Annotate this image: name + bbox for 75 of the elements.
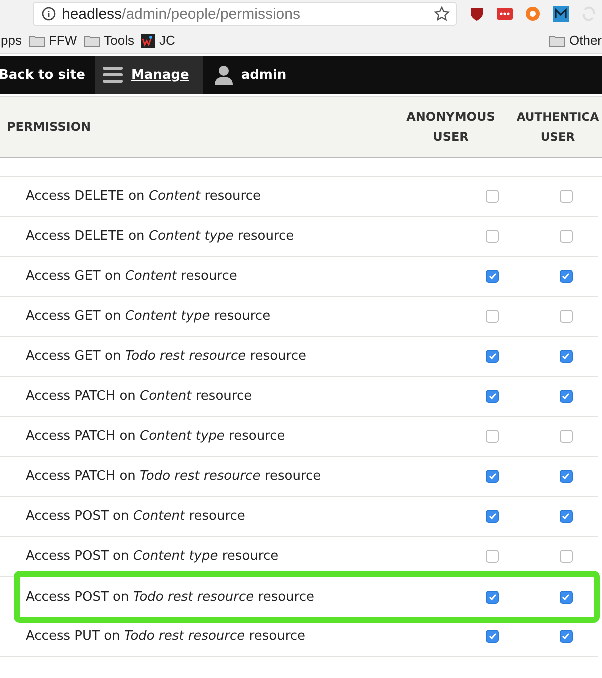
permission-label: Access PUT on Todo rest resource resource: [25, 629, 307, 644]
permission-label: Access PATCH on Content resource: [25, 389, 254, 404]
checkmark-icon: [562, 473, 570, 480]
folder-icon: [84, 34, 100, 48]
checkbox[interactable]: [560, 230, 572, 243]
checkbox[interactable]: [560, 590, 572, 604]
checkmark-icon: [562, 393, 570, 400]
manage-tab[interactable]: Manage: [95, 56, 204, 94]
checkbox[interactable]: [560, 630, 572, 643]
logo-icon: [141, 34, 156, 48]
folder-icon: [28, 34, 45, 48]
checkbox[interactable]: [560, 430, 572, 443]
permission-label: Access DELETE on Content resource: [25, 189, 262, 204]
checkbox[interactable]: [486, 510, 499, 523]
checkmark-icon: [488, 273, 496, 280]
checkbox[interactable]: [560, 510, 572, 523]
bookmark[interactable]: Other: [549, 33, 602, 48]
permission-label: Access POST on Content type resource: [25, 549, 280, 564]
checkbox[interactable]: [486, 550, 499, 563]
checkbox[interactable]: [486, 430, 499, 443]
checkbox[interactable]: [486, 630, 499, 643]
bookmark[interactable]: Tools: [84, 33, 134, 48]
checkbox[interactable]: [560, 270, 572, 283]
permission-label: Access POST on Todo rest resource resource: [25, 590, 316, 604]
permission-label: Access GET on Content type resource: [25, 309, 272, 324]
checkbox[interactable]: [486, 390, 499, 403]
bookmark[interactable]: pps: [1, 33, 22, 48]
url-text: headless/admin/people/permissions: [62, 6, 302, 22]
checkmark-icon: [488, 633, 496, 640]
checkmark-icon: [488, 353, 496, 360]
checkmark-icon: [562, 633, 570, 640]
permission-label: Access PATCH on Content type resource: [25, 429, 286, 444]
column-header: AUTHENTICA USER: [516, 109, 600, 146]
shield-icon[interactable]: [469, 6, 485, 22]
checkmark-icon: [562, 594, 570, 600]
checkmark-icon: [562, 513, 570, 520]
menu-icon: [103, 67, 124, 83]
column-header: PERMISSION: [7, 119, 92, 136]
checkbox[interactable]: [560, 550, 572, 563]
star-icon[interactable]: [434, 6, 450, 22]
bookmark[interactable]: JC: [141, 33, 176, 48]
dots-icon[interactable]: [497, 6, 513, 22]
checkbox[interactable]: [486, 190, 499, 203]
checkmark-icon: [562, 273, 570, 280]
permission-label: Access DELETE on Content type resource: [25, 229, 296, 244]
info-icon: [42, 7, 56, 21]
checkbox[interactable]: [560, 190, 572, 203]
checkbox[interactable]: [560, 310, 572, 323]
address-bar[interactable]: headless/admin/people/permissions: [33, 2, 457, 26]
back-to-site-link[interactable]: Back to site: [0, 56, 96, 94]
checkbox[interactable]: [486, 230, 499, 243]
person-icon: [215, 65, 234, 85]
checkbox[interactable]: [560, 350, 572, 363]
checkbox[interactable]: [486, 470, 499, 483]
checkbox[interactable]: [486, 590, 499, 604]
column-header: ANONYMOUS USER: [406, 109, 496, 146]
permission-label: Access GET on Content resource: [25, 269, 238, 284]
checkmark-icon: [488, 513, 496, 520]
user-tab[interactable]: admin: [203, 56, 299, 94]
lifebuoy-icon[interactable]: [525, 6, 541, 22]
letter-m-icon[interactable]: [553, 6, 569, 22]
checkbox[interactable]: [486, 310, 499, 323]
bookmark[interactable]: FFW: [28, 33, 78, 48]
checkbox[interactable]: [486, 270, 499, 283]
checkbox[interactable]: [560, 470, 572, 483]
checkbox[interactable]: [560, 390, 572, 403]
permission-label: Access GET on Todo rest resource resource: [25, 349, 308, 364]
checkmark-icon: [488, 594, 496, 600]
checkbox[interactable]: [486, 350, 499, 363]
permission-label: Access POST on Content resource: [25, 509, 246, 524]
checkmark-icon: [488, 473, 496, 480]
permission-label: Access PATCH on Todo rest resource resource: [25, 469, 322, 484]
checkmark-icon: [562, 353, 570, 360]
checkmark-icon: [488, 393, 496, 400]
folder-icon: [549, 34, 566, 48]
